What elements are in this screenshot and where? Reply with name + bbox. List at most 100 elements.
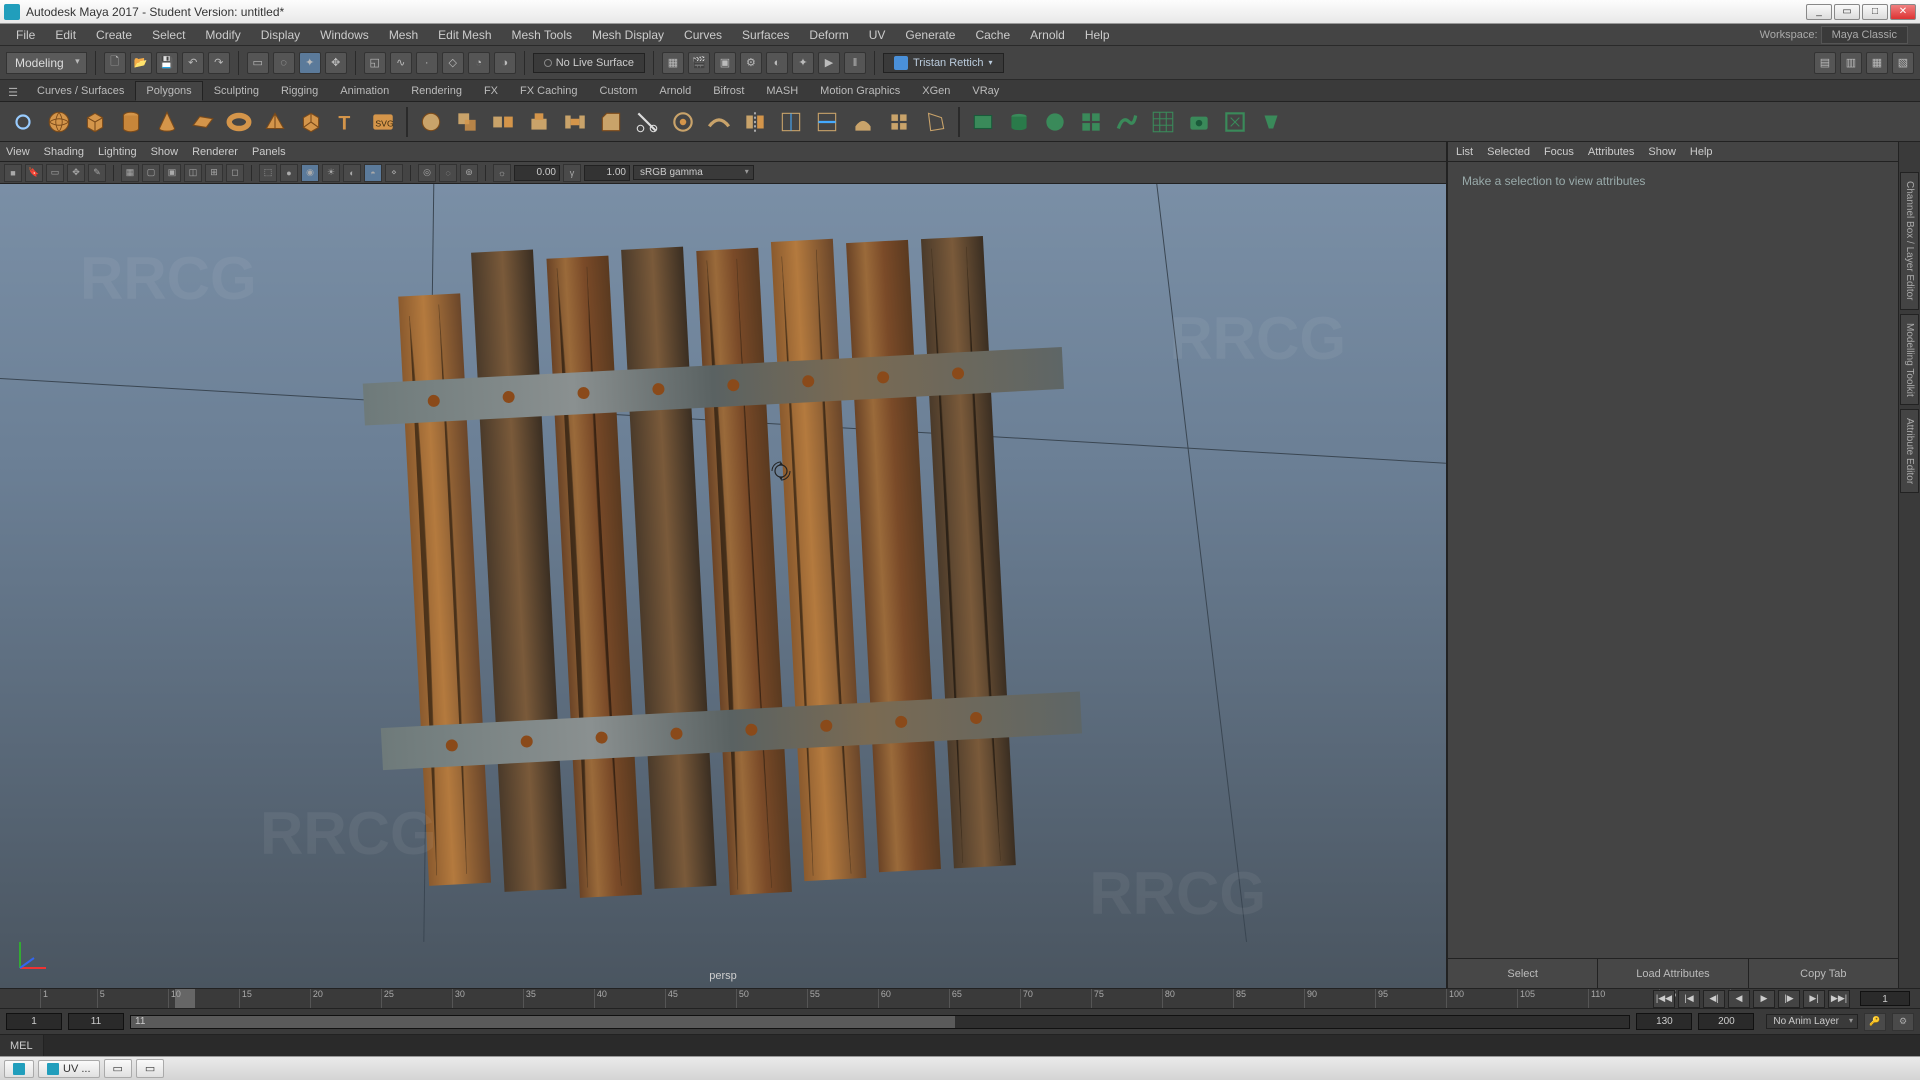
snap-view-icon[interactable]: ◑ [494,52,516,74]
menu-windows[interactable]: Windows [310,25,379,45]
menu-create[interactable]: Create [86,25,142,45]
pause-icon[interactable]: ‖ [844,52,866,74]
sidebar-toggle-1-icon[interactable]: ▤ [1814,52,1836,74]
panel-menu-panels[interactable]: Panels [252,146,286,158]
crease-icon[interactable] [812,107,842,137]
menu-arnold[interactable]: Arnold [1020,25,1075,45]
vp-grease-icon[interactable]: ✎ [88,164,106,182]
vp-textured-icon[interactable]: ◉ [301,164,319,182]
poly-bridge-icon[interactable] [560,107,590,137]
sidebar-toggle-3-icon[interactable]: ▦ [1866,52,1888,74]
uv-unfold-icon[interactable] [1256,107,1286,137]
vp-2dpan-icon[interactable]: ✥ [67,164,85,182]
attr-menu-show[interactable]: Show [1648,146,1676,158]
snap-grid-icon[interactable]: ◱ [364,52,386,74]
anim-layer-selector[interactable]: No Anim Layer [1766,1014,1858,1029]
shelf-tab-xgen[interactable]: XGen [911,81,961,101]
shelf-tab-arnold[interactable]: Arnold [648,81,702,101]
mirror-icon[interactable] [740,107,770,137]
vp-gate-mask-icon[interactable]: ◫ [184,164,202,182]
side-tab-modelling-toolkit[interactable]: Modelling Toolkit [1900,314,1919,406]
poly-plane-icon[interactable] [188,107,218,137]
panel-menu-view[interactable]: View [6,146,30,158]
shelf-tab-motiongraphics[interactable]: Motion Graphics [809,81,911,101]
select-tool-icon[interactable]: ▭ [247,52,269,74]
vp-aa-icon[interactable]: ⋄ [385,164,403,182]
taskbar-uv-editor[interactable]: UV ... [38,1060,100,1078]
menu-mesh-display[interactable]: Mesh Display [582,25,674,45]
sidebar-toggle-4-icon[interactable]: ▧ [1892,52,1914,74]
shelf-tab-rendering[interactable]: Rendering [400,81,473,101]
playblast-icon[interactable]: ▶ [818,52,840,74]
shelf-tab-curves[interactable]: Curves / Surfaces [26,81,135,101]
poly-combine-icon[interactable] [452,107,482,137]
shelf-tab-rigging[interactable]: Rigging [270,81,329,101]
vp-wireframe-icon[interactable]: ⬚ [259,164,277,182]
menu-edit[interactable]: Edit [45,25,86,45]
light-editor-icon[interactable]: ✦ [792,52,814,74]
range-track[interactable]: 11 [130,1015,1630,1029]
taskbar-item-3[interactable]: ▭ [104,1059,132,1078]
attr-menu-list[interactable]: List [1456,146,1473,158]
auto-key-icon[interactable]: 🔑 [1864,1013,1886,1031]
exposure-value[interactable]: 0.00 [514,165,560,181]
menu-curves[interactable]: Curves [674,25,732,45]
open-scene-icon[interactable]: 📂 [130,52,152,74]
uv-spherical-icon[interactable] [1040,107,1070,137]
minimize-button[interactable]: _ [1806,4,1832,20]
vp-xray-joints-icon[interactable]: ⊚ [460,164,478,182]
shelf-tab-bifrost[interactable]: Bifrost [702,81,755,101]
status-line-icon[interactable] [8,107,38,137]
gamma-mode-selector[interactable]: sRGB gamma [633,165,754,180]
shelf-tab-polygons[interactable]: Polygons [135,81,202,101]
range-handle-start-field[interactable]: 11 [68,1013,124,1030]
target-weld-icon[interactable] [668,107,698,137]
undo-icon[interactable]: ↶ [182,52,204,74]
range-min-field[interactable]: 130 [1636,1013,1692,1030]
current-frame-field[interactable]: 1 [1860,991,1910,1006]
shelf-menu-icon[interactable]: ☰ [4,83,22,101]
menu-help[interactable]: Help [1075,25,1120,45]
uv-auto-icon[interactable] [1076,107,1106,137]
step-fwd-button[interactable]: |▶ [1778,990,1800,1008]
poly-prism-icon[interactable] [296,107,326,137]
menu-generate[interactable]: Generate [895,25,965,45]
shelf-tab-sculpting[interactable]: Sculpting [203,81,270,101]
gamma-value[interactable]: 1.00 [584,165,630,181]
menu-mesh[interactable]: Mesh [379,25,428,45]
poly-pyramid-icon[interactable] [260,107,290,137]
uv-planar-icon[interactable] [968,107,998,137]
step-back-button[interactable]: ◀| [1703,990,1725,1008]
attr-menu-help[interactable]: Help [1690,146,1713,158]
fence-model[interactable] [285,198,1160,941]
panel-menu-lighting[interactable]: Lighting [98,146,137,158]
menu-uv[interactable]: UV [859,25,896,45]
cmd-language-label[interactable]: MEL [0,1035,44,1056]
menu-select[interactable]: Select [142,25,195,45]
uv-set-editor-icon[interactable] [1220,107,1250,137]
save-scene-icon[interactable]: 💾 [156,52,178,74]
vp-select-cam-icon[interactable]: ■ [4,164,22,182]
uv-editor-icon[interactable] [1148,107,1178,137]
command-input[interactable] [44,1035,1920,1056]
live-surface-toggle[interactable]: No Live Surface [533,53,645,73]
menu-edit-mesh[interactable]: Edit Mesh [428,25,501,45]
shelf-tab-vray[interactable]: VRay [961,81,1010,101]
menu-surfaces[interactable]: Surfaces [732,25,799,45]
shelf-tab-fxcaching[interactable]: FX Caching [509,81,588,101]
vp-field-chart-icon[interactable]: ⊞ [205,164,223,182]
poly-platonic-icon[interactable] [416,107,446,137]
menu-modify[interactable]: Modify [195,25,250,45]
attr-copy-tab-button[interactable]: Copy Tab [1749,959,1898,988]
vp-safe-action-icon[interactable]: ◻ [226,164,244,182]
prefs-icon[interactable]: ⚙ [1892,1013,1914,1031]
insert-edge-loop-icon[interactable] [776,107,806,137]
menu-file[interactable]: File [6,25,45,45]
poly-cylinder-icon[interactable] [116,107,146,137]
smooth-icon[interactable] [704,107,734,137]
lasso-tool-icon[interactable]: ◌ [273,52,295,74]
step-back-key-button[interactable]: |◀ [1678,990,1700,1008]
mode-selector[interactable]: Modeling [6,52,87,74]
workspace-selector[interactable]: Maya Classic [1821,26,1908,44]
shelf-tab-fx[interactable]: FX [473,81,509,101]
